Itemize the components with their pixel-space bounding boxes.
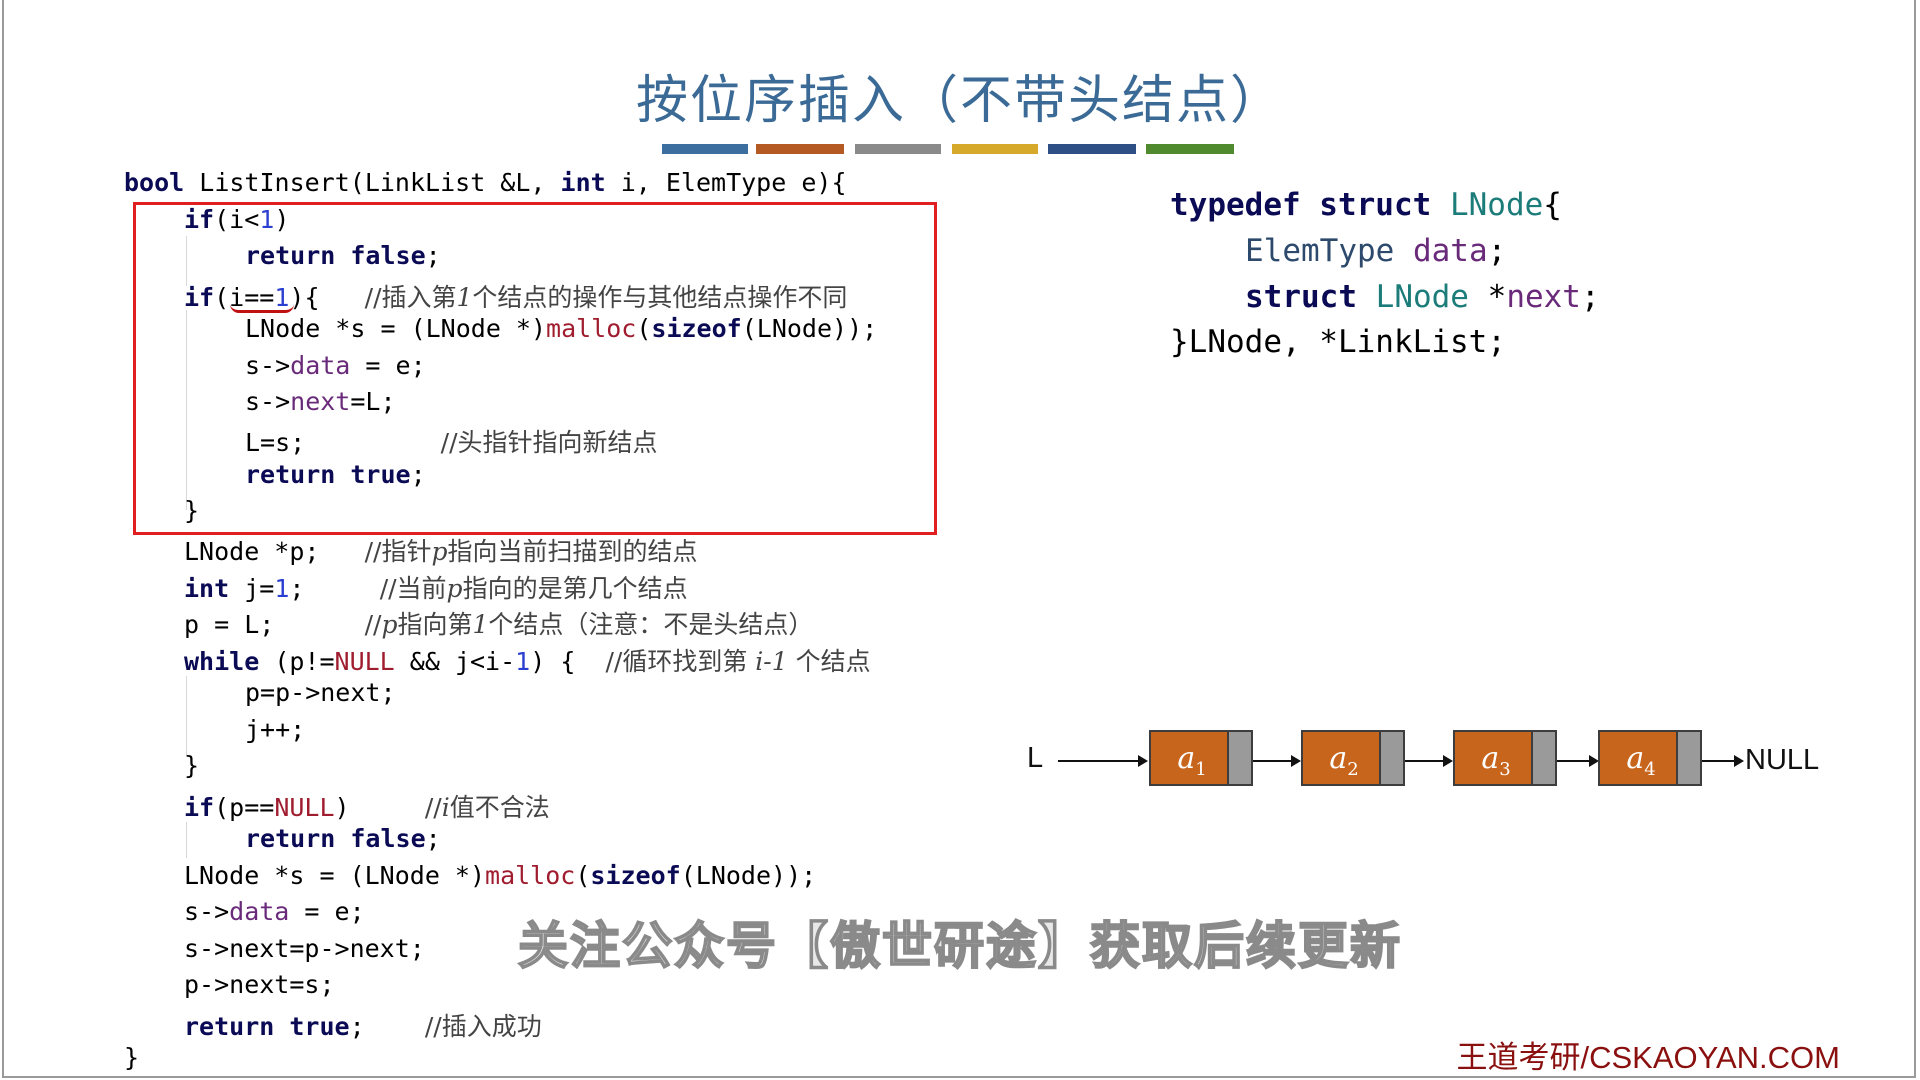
node-next-field	[1379, 732, 1403, 784]
code-line-14: while (p!=NULL && j<i-1) { //循环找到第 i-1 个…	[184, 647, 871, 676]
list-node-3: a3	[1453, 730, 1557, 786]
typedef-line-3: struct LNode *next;	[1245, 279, 1600, 315]
node-arrow	[1405, 755, 1453, 767]
watermark-caption: 关注公众号【傲世研途】获取后续更新	[517, 916, 1402, 976]
typedef-line-2: ElemType data;	[1245, 233, 1507, 269]
code-line-16: j++;	[245, 715, 306, 744]
code-line-11: LNode *p; //指针p指向当前扫描到的结点	[184, 537, 698, 566]
indent-guide	[186, 822, 187, 858]
code-line-24: return true; //插入成功	[184, 1012, 542, 1041]
slide-title: 按位序插入（不带头结点）	[635, 71, 1284, 131]
code-line-1: bool ListInsert(LinkList &L, int i, Elem…	[124, 168, 847, 197]
handwritten-underline	[230, 304, 294, 313]
color-bar-6	[1146, 144, 1234, 154]
list-node-2: a2	[1301, 730, 1405, 786]
node-arrow	[1557, 755, 1599, 767]
node-next-field	[1531, 732, 1555, 784]
typedef-line-4: }LNode, *LinkList;	[1170, 324, 1506, 360]
code-line-19: return false;	[245, 824, 441, 853]
highlight-box	[133, 202, 937, 535]
code-line-13: p = L; //p指向第1个结点（注意：不是头结点）	[184, 610, 814, 639]
node-next-field	[1227, 732, 1251, 784]
node-next-field	[1676, 732, 1700, 784]
list-node-1: a1	[1149, 730, 1253, 786]
head-pointer-label: L	[1027, 742, 1044, 774]
node-label: a4	[1626, 741, 1656, 780]
code-line-15: p=p->next;	[245, 678, 396, 707]
color-bar-2	[756, 144, 844, 154]
indent-guide	[186, 676, 187, 756]
head-arrow	[1058, 755, 1148, 767]
node-label: a3	[1481, 741, 1511, 780]
node-label: a1	[1177, 741, 1207, 780]
tail-arrow	[1702, 755, 1744, 767]
code-line-18: if(p==NULL) //i值不合法	[184, 793, 550, 822]
color-bar-3	[855, 144, 941, 154]
code-line-20: LNode *s = (LNode *)malloc(sizeof(LNode)…	[184, 861, 817, 890]
brand-footer: 王道考研/CSKAOYAN.COM	[1456, 1040, 1840, 1075]
code-line-12: int j=1; //当前p指向的是第几个结点	[184, 574, 688, 603]
node-arrow	[1253, 755, 1301, 767]
list-node-4: a4	[1598, 730, 1702, 786]
typedef-line-1: typedef struct LNode{	[1170, 187, 1562, 223]
color-bar-5	[1048, 144, 1136, 154]
null-label: NULL	[1745, 744, 1820, 776]
code-line-25: }	[124, 1043, 140, 1072]
node-label: a2	[1329, 741, 1359, 780]
code-line-17: }	[184, 751, 200, 780]
color-bar-4	[952, 144, 1038, 154]
color-bar-1	[662, 144, 748, 154]
